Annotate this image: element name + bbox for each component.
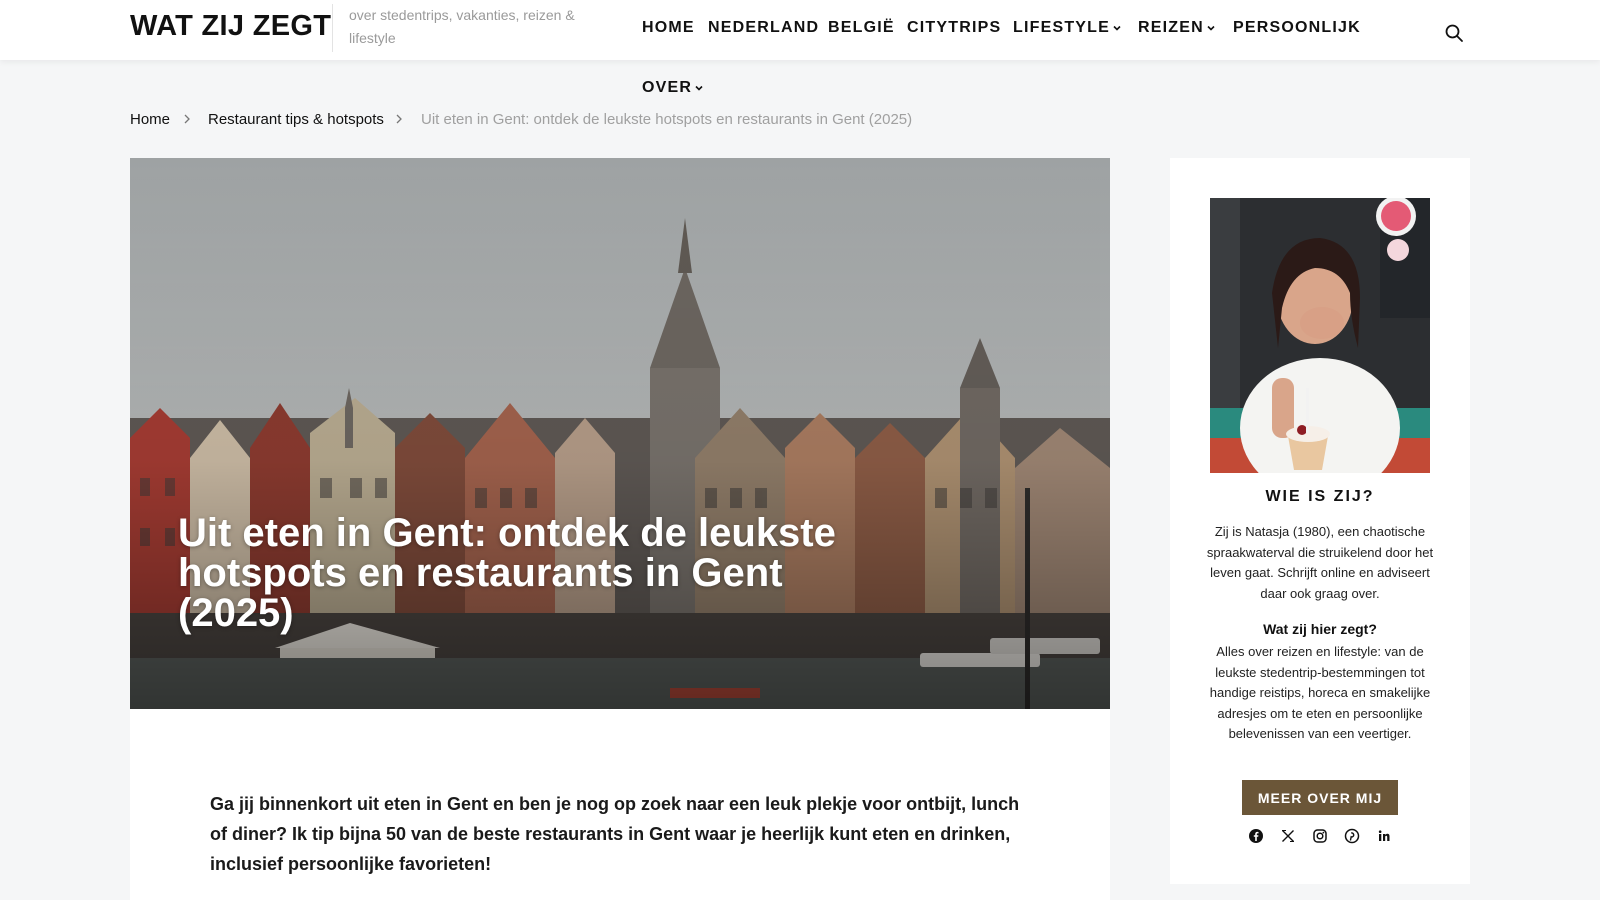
- breadcrumb-home[interactable]: Home: [130, 111, 170, 128]
- chevron-down-icon: [1207, 25, 1215, 31]
- nav-item-reizen-label: REIZEN: [1138, 19, 1204, 36]
- nav-item-persoonlijk[interactable]: PERSOONLIJK: [1233, 19, 1361, 37]
- about-me-button[interactable]: MEER OVER MIJ: [1242, 780, 1398, 815]
- facebook-icon[interactable]: [1248, 828, 1264, 844]
- hero-image: Uit eten in Gent: ontdek de leukste hots…: [130, 158, 1110, 709]
- sidebar-description: Alles over reizen en lifestyle: van de l…: [1209, 644, 1431, 741]
- nav-item-over-label: OVER: [642, 79, 693, 96]
- nav-item-nederland[interactable]: NEDERLAND: [708, 19, 819, 37]
- sidebar-subheading: Wat zij hier zegt?: [1263, 621, 1377, 637]
- site-logo[interactable]: WAT ZIJ ZEGT: [130, 10, 331, 43]
- linkedin-icon[interactable]: [1376, 828, 1392, 844]
- pinterest-icon[interactable]: [1344, 828, 1360, 844]
- nav-item-lifestyle-label: LIFESTYLE: [1013, 19, 1111, 36]
- chevron-right-icon: [396, 114, 402, 124]
- author-photo: [1210, 198, 1430, 473]
- sidebar-about-widget: WIE IS ZIJ? Zij is Natasja (1980), een c…: [1170, 158, 1470, 884]
- x-icon[interactable]: [1280, 828, 1296, 844]
- article-title: Uit eten in Gent: ontdek de leukste hots…: [178, 511, 836, 635]
- nav-item-lifestyle[interactable]: LIFESTYLE: [1013, 19, 1122, 37]
- chevron-right-icon: [184, 114, 190, 124]
- chevron-down-icon: [695, 85, 703, 91]
- breadcrumb-current: Uit eten in Gent: ontdek de leukste hots…: [421, 111, 913, 128]
- nav-item-home[interactable]: HOME: [642, 19, 695, 37]
- nav-item-belgie[interactable]: BELGIË: [828, 19, 895, 37]
- article-body: Ga jij binnenkort uit eten in Gent en be…: [130, 709, 1110, 900]
- nav-item-over[interactable]: OVER: [642, 79, 704, 97]
- site-header: WAT ZIJ ZEGT over stedentrips, vakanties…: [0, 0, 1600, 60]
- sidebar-bio: Zij is Natasja (1980), een chaotische sp…: [1206, 524, 1434, 601]
- nav-item-citytrips[interactable]: CITYTRIPS: [907, 19, 1001, 37]
- site-tagline: over stedentrips, vakanties, reizen & li…: [332, 4, 594, 52]
- article-intro: Ga jij binnenkort uit eten in Gent en be…: [210, 794, 1020, 874]
- chevron-down-icon: [1113, 25, 1121, 31]
- search-icon[interactable]: [1444, 23, 1464, 43]
- breadcrumb-category[interactable]: Restaurant tips & hotspots: [208, 111, 384, 128]
- nav-item-reizen[interactable]: REIZEN: [1138, 19, 1216, 37]
- sidebar-heading: WIE IS ZIJ?: [1265, 488, 1375, 505]
- instagram-icon[interactable]: [1312, 828, 1328, 844]
